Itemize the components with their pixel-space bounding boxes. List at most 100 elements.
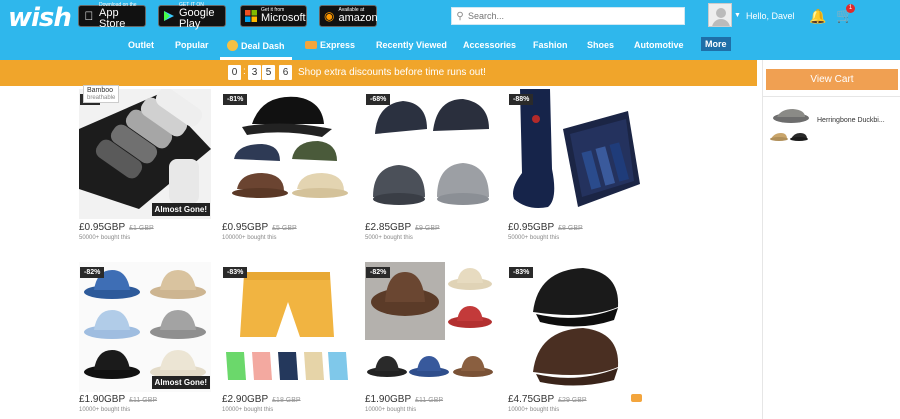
- user-greeting[interactable]: Hello, Davel: [746, 11, 795, 21]
- microsoft-badge[interactable]: Get it from Microsoft: [240, 5, 307, 27]
- original-price: £1 GBP: [129, 225, 154, 232]
- express-truck-icon: [631, 394, 642, 402]
- discount-badge: -81%: [223, 94, 248, 105]
- product-card[interactable]: -83%: [222, 262, 354, 392]
- truck-icon: [305, 41, 317, 49]
- product-image[interactable]: -81%: [222, 89, 354, 219]
- nav-express-label: Express: [320, 40, 356, 50]
- bought-count: 50000+ bought this: [79, 235, 131, 241]
- cart-item-name[interactable]: Herringbone Duckbi...: [817, 117, 885, 124]
- product-price: £0.95GBP £5 GBP: [222, 222, 297, 233]
- original-price: £29 GBP: [558, 397, 587, 404]
- product-tag: Bamboo breathable: [83, 85, 120, 104]
- nav-recently-viewed[interactable]: Recently Viewed: [376, 40, 447, 50]
- wish-logo[interactable]: wish: [8, 3, 72, 33]
- product-price: £1.90GBP £11 GBP: [79, 394, 157, 405]
- current-price: £0.95GBP: [508, 222, 555, 233]
- bought-count: 5000+ bought this: [365, 235, 413, 241]
- current-price: £0.95GBP: [222, 222, 269, 233]
- avatar[interactable]: [708, 3, 732, 27]
- original-price: £5 GBP: [272, 225, 297, 232]
- deal-dash-banner: 0 : 3 : 5 6 Shop extra discounts before …: [0, 60, 757, 86]
- product-card[interactable]: -83%: [508, 262, 640, 392]
- current-price: £4.75GBP: [508, 394, 555, 405]
- play-icon: [163, 9, 175, 23]
- product-tag-line: Bamboo: [87, 87, 114, 94]
- product-price: £0.95GBP £8 GBP: [508, 222, 583, 233]
- amazon-icon: ◉: [324, 9, 335, 23]
- bought-count: 10000+ bought this: [508, 407, 560, 413]
- nav-outlet[interactable]: Outlet: [128, 40, 154, 50]
- product-image[interactable]: -88%: [508, 89, 640, 219]
- original-price: £11 GBP: [129, 397, 158, 404]
- nav-more[interactable]: More: [701, 37, 731, 51]
- product-price: £2.90GBP £18 GBP: [222, 394, 301, 405]
- clock-icon: [227, 40, 238, 51]
- top-bar: wish  Download on theApp Store GET IT O…: [0, 0, 900, 34]
- product-image[interactable]: -83%: [222, 262, 354, 392]
- nav-express[interactable]: Express: [305, 40, 355, 50]
- search-icon[interactable]: ⚲: [452, 11, 468, 22]
- product-price: £1.90GBP £11 GBP: [365, 394, 443, 405]
- bought-count: 10000+ bought this: [365, 407, 417, 413]
- store-badge-name: Google Play: [179, 6, 215, 30]
- product-card[interactable]: -88%: [508, 89, 640, 219]
- current-price: £2.85GBP: [365, 222, 412, 233]
- cart-item-image[interactable]: [771, 107, 811, 123]
- product-image[interactable]: -82%: [365, 262, 497, 392]
- product-card[interactable]: -81%: [222, 89, 354, 219]
- product-image[interactable]: -82% Almost Gone!: [79, 262, 211, 392]
- chevron-down-icon[interactable]: ▼: [734, 12, 741, 19]
- discount-badge: -82%: [366, 267, 391, 278]
- nav-deal-dash[interactable]: Deal Dash: [227, 40, 285, 51]
- nav-automotive[interactable]: Automotive: [634, 40, 684, 50]
- search-input[interactable]: [468, 11, 678, 21]
- bought-count: 10000+ bought this: [222, 407, 274, 413]
- discount-badge: -88%: [509, 94, 534, 105]
- nav-fashion[interactable]: Fashion: [533, 40, 568, 50]
- discount-badge: -82%: [80, 267, 105, 278]
- cart-count-badge: 1: [846, 4, 855, 13]
- product-image[interactable]: -5% Almost Gone!: [79, 89, 211, 219]
- nav-shoes[interactable]: Shoes: [587, 40, 614, 50]
- timer-separator: :: [243, 66, 246, 77]
- search-bar: ⚲: [451, 7, 685, 25]
- cart-sidebar: View Cart Herringbone Duckbi...: [762, 60, 900, 419]
- bought-count: 50000+ bought this: [508, 235, 560, 241]
- product-image[interactable]: -68%: [365, 89, 497, 219]
- discount-badge: -83%: [509, 267, 534, 278]
- amazon-badge[interactable]: ◉ Available at amazon: [319, 5, 378, 27]
- avatar-head-shape: [716, 8, 726, 18]
- product-card[interactable]: -68%: [365, 89, 497, 219]
- avatar-body-shape: [712, 19, 730, 26]
- product-card[interactable]: -82% Almost Gone!: [79, 262, 211, 392]
- product-image[interactable]: -83%: [508, 262, 640, 392]
- category-nav: Outlet Popular Deal Dash Express Recentl…: [0, 34, 900, 60]
- timer-digit: 6: [279, 65, 292, 80]
- timer-digit: 5: [262, 65, 275, 80]
- bought-count: 100000+ bought this: [222, 235, 277, 241]
- original-price: £11 GBP: [415, 397, 444, 404]
- view-cart-button[interactable]: View Cart: [766, 69, 898, 90]
- banner-message: Shop extra discounts before time runs ou…: [298, 67, 486, 78]
- product-card[interactable]: -5% Almost Gone! Bamboo breathable: [79, 85, 211, 219]
- product-price: £0.95GBP £1 GBP: [79, 222, 154, 233]
- store-badge-name: Microsoft: [261, 12, 306, 24]
- google-play-badge[interactable]: GET IT ON Google Play: [158, 2, 226, 30]
- app-store-badge[interactable]:  Download on theApp Store: [78, 2, 146, 29]
- product-price: £2.85GBP £9 GBP: [365, 222, 440, 233]
- nav-popular[interactable]: Popular: [175, 40, 209, 50]
- nav-deal-dash-label: Deal Dash: [241, 41, 285, 51]
- windows-icon: [245, 9, 257, 23]
- current-price: £2.90GBP: [222, 394, 269, 405]
- nav-accessories[interactable]: Accessories: [463, 40, 516, 50]
- bell-icon[interactable]: 🔔: [809, 8, 826, 25]
- timer-digit: 0: [228, 65, 241, 80]
- almost-gone-badge: Almost Gone!: [151, 376, 210, 389]
- original-price: £18 GBP: [272, 397, 301, 404]
- almost-gone-badge: Almost Gone!: [151, 203, 210, 216]
- product-price: £4.75GBP £29 GBP: [508, 394, 587, 405]
- divider: [763, 96, 900, 97]
- product-card[interactable]: -82%: [365, 262, 497, 392]
- current-price: £0.95GBP: [79, 222, 126, 233]
